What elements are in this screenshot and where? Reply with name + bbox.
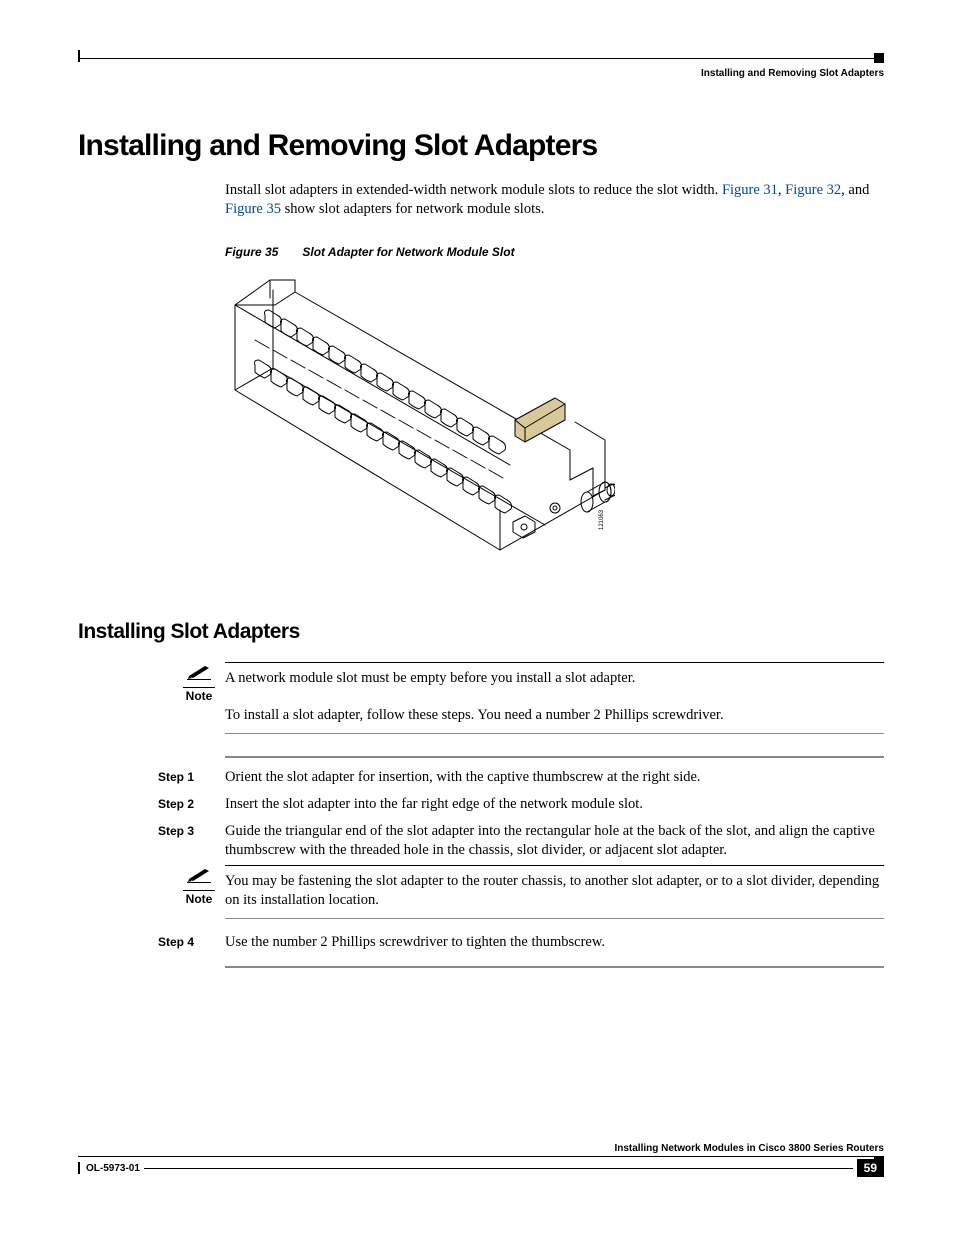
xref-figure-35[interactable]: Figure 35 — [225, 201, 281, 217]
note-text: You may be fastening the slot adapter to… — [225, 865, 884, 919]
note-icon — [187, 865, 211, 883]
step-text: Insert the slot adapter into the far rig… — [225, 795, 884, 814]
top-rule — [78, 50, 884, 64]
step-label: Step 3 — [158, 822, 225, 860]
step-label: Step 4 — [158, 933, 225, 952]
step-text: Orient the slot adapter for insertion, w… — [225, 768, 884, 787]
footer-tick — [78, 1162, 80, 1174]
page-footer: Installing Network Modules in Cisco 3800… — [78, 1143, 884, 1187]
step-row: Step 3 Guide the triangular end of the s… — [158, 822, 884, 860]
note-text: A network module slot must be empty befo… — [225, 670, 635, 686]
note-icon — [187, 662, 211, 680]
art-number: 121063 — [599, 510, 605, 531]
intro-paragraph: Install slot adapters in extended-width … — [225, 181, 884, 219]
xref-figure-32[interactable]: Figure 32 — [785, 182, 841, 198]
page-number: 59 — [857, 1159, 884, 1177]
intro-text-1: Install slot adapters in extended-width … — [225, 182, 722, 198]
footer-doc-id: OL-5973-01 — [86, 1163, 140, 1174]
note-label: Note — [183, 890, 215, 906]
running-header: Installing and Removing Slot Adapters — [78, 68, 884, 79]
intro-text-3: , and — [841, 182, 869, 198]
xref-figure-31[interactable]: Figure 31 — [722, 182, 778, 198]
step-label: Step 2 — [158, 795, 225, 814]
step-row: Step 1 Orient the slot adapter for inser… — [158, 768, 884, 787]
steps-bottom-rule — [225, 966, 884, 968]
step-row: Step 2 Insert the slot adapter into the … — [158, 795, 884, 814]
step-text: Use the number 2 Phillips screwdriver to… — [225, 933, 884, 952]
footer-book-title: Installing Network Modules in Cisco 3800… — [78, 1143, 884, 1154]
figure-title: Slot Adapter for Network Module Slot — [302, 245, 514, 259]
section-heading: Installing Slot Adapters — [78, 620, 884, 644]
note-block: Note A network module slot must be empty… — [173, 662, 884, 734]
step-label: Step 1 — [158, 768, 225, 787]
step-text: Guide the triangular end of the slot ada… — [225, 822, 884, 860]
figure-caption: Figure 35 Slot Adapter for Network Module… — [225, 245, 884, 261]
steps-top-rule — [225, 756, 884, 758]
note-block: Note You may be fastening the slot adapt… — [173, 865, 884, 919]
note-label: Note — [183, 687, 215, 703]
step-row: Step 4 Use the number 2 Phillips screwdr… — [158, 933, 884, 952]
figure-illustration: 121063 — [225, 270, 615, 560]
lead-paragraph: To install a slot adapter, follow these … — [225, 706, 884, 725]
intro-text-4: show slot adapters for network module sl… — [281, 201, 544, 217]
page-title: Installing and Removing Slot Adapters — [78, 129, 884, 163]
figure-number: Figure 35 — [225, 245, 278, 259]
